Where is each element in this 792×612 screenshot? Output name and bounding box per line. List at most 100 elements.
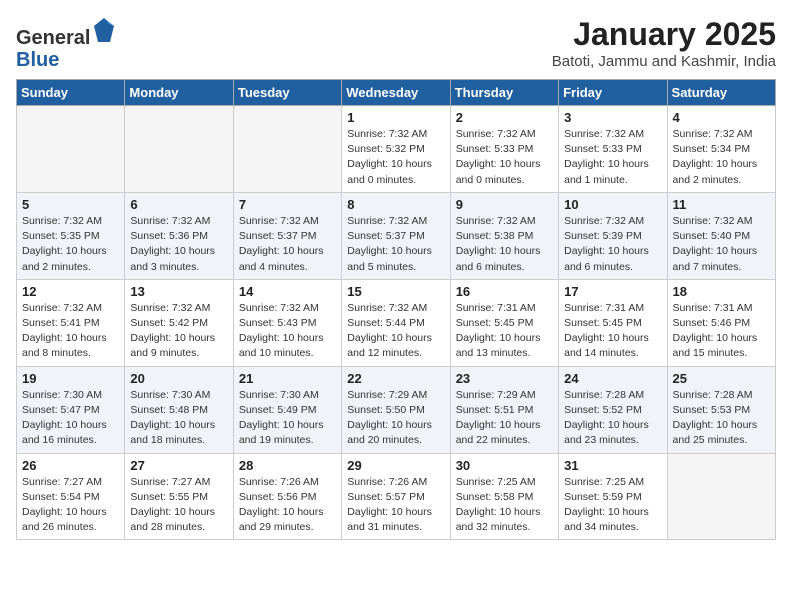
day-number: 27 [130, 458, 227, 473]
day-info: Sunrise: 7:32 AMSunset: 5:33 PMDaylight:… [456, 127, 553, 188]
day-number: 2 [456, 110, 553, 125]
day-info: Sunrise: 7:29 AMSunset: 5:51 PMDaylight:… [456, 388, 553, 449]
calendar-cell: 20Sunrise: 7:30 AMSunset: 5:48 PMDayligh… [125, 366, 233, 453]
day-number: 11 [673, 197, 770, 212]
weekday-header: Tuesday [233, 80, 341, 106]
calendar-cell [667, 453, 775, 540]
logo-general: General [16, 27, 90, 49]
title-block: January 2025 Batoti, Jammu and Kashmir, … [552, 16, 776, 70]
day-info: Sunrise: 7:26 AMSunset: 5:56 PMDaylight:… [239, 475, 336, 536]
logo-blue-text: Blue [16, 49, 116, 71]
day-info: Sunrise: 7:27 AMSunset: 5:54 PMDaylight:… [22, 475, 119, 536]
day-info: Sunrise: 7:32 AMSunset: 5:43 PMDaylight:… [239, 301, 336, 362]
day-info: Sunrise: 7:26 AMSunset: 5:57 PMDaylight:… [347, 475, 444, 536]
day-number: 30 [456, 458, 553, 473]
day-number: 21 [239, 371, 336, 386]
calendar-table: SundayMondayTuesdayWednesdayThursdayFrid… [16, 79, 776, 540]
weekday-header: Friday [559, 80, 667, 106]
day-info: Sunrise: 7:30 AMSunset: 5:49 PMDaylight:… [239, 388, 336, 449]
day-info: Sunrise: 7:25 AMSunset: 5:59 PMDaylight:… [564, 475, 661, 536]
day-number: 26 [22, 458, 119, 473]
calendar-cell: 14 Sunrise: 7:32 AMSunset: 5:43 PMDayligh… [233, 279, 341, 366]
day-number: 12 [22, 284, 119, 299]
day-number: 14 [239, 284, 336, 299]
weekday-header-row: SundayMondayTuesdayWednesdayThursdayFrid… [17, 80, 776, 106]
weekday-header: Monday [125, 80, 233, 106]
day-number: 9 [456, 197, 553, 212]
calendar-cell: 18 Sunrise: 7:31 AMSunset: 5:46 PMDayligh… [667, 279, 775, 366]
day-number: 16 [456, 284, 553, 299]
calendar-cell: 10Sunrise: 7:32 AMSunset: 5:39 PMDayligh… [559, 192, 667, 279]
calendar-week-row: 19Sunrise: 7:30 AMSunset: 5:47 PMDayligh… [17, 366, 776, 453]
day-number: 25 [673, 371, 770, 386]
calendar-cell: 13Sunrise: 7:32 AMSunset: 5:42 PMDayligh… [125, 279, 233, 366]
calendar-cell: 19Sunrise: 7:30 AMSunset: 5:47 PMDayligh… [17, 366, 125, 453]
day-number: 5 [22, 197, 119, 212]
day-info: Sunrise: 7:31 AMSunset: 5:46 PMDaylight:… [673, 301, 770, 362]
calendar-cell: 24 Sunrise: 7:28 AMSunset: 5:52 PMDayligh… [559, 366, 667, 453]
day-info: Sunrise: 7:28 AMSunset: 5:53 PMDaylight:… [673, 388, 770, 449]
day-info: Sunrise: 7:32 AMSunset: 5:40 PMDaylight:… [673, 214, 770, 275]
day-info: Sunrise: 7:32 AMSunset: 5:41 PMDaylight:… [22, 301, 119, 362]
day-info: Sunrise: 7:27 AMSunset: 5:55 PMDaylight:… [130, 475, 227, 536]
day-number: 23 [456, 371, 553, 386]
day-number: 1 [347, 110, 444, 125]
calendar-cell: 12 Sunrise: 7:32 AMSunset: 5:41 PMDayligh… [17, 279, 125, 366]
calendar-cell: 25 Sunrise: 7:28 AMSunset: 5:53 PMDayligh… [667, 366, 775, 453]
calendar-week-row: 1 Sunrise: 7:32 AMSunset: 5:32 PMDaylight… [17, 106, 776, 193]
day-number: 13 [130, 284, 227, 299]
day-number: 18 [673, 284, 770, 299]
day-info: Sunrise: 7:32 AMSunset: 5:38 PMDaylight:… [456, 214, 553, 275]
calendar-week-row: 5Sunrise: 7:32 AMSunset: 5:35 PMDaylight… [17, 192, 776, 279]
calendar-cell: 26 Sunrise: 7:27 AMSunset: 5:54 PMDayligh… [17, 453, 125, 540]
calendar-cell: 9 Sunrise: 7:32 AMSunset: 5:38 PMDaylight… [450, 192, 558, 279]
day-number: 10 [564, 197, 661, 212]
calendar-cell: 23 Sunrise: 7:29 AMSunset: 5:51 PMDayligh… [450, 366, 558, 453]
day-number: 31 [564, 458, 661, 473]
day-info: Sunrise: 7:31 AMSunset: 5:45 PMDaylight:… [564, 301, 661, 362]
day-number: 3 [564, 110, 661, 125]
calendar-week-row: 26 Sunrise: 7:27 AMSunset: 5:54 PMDayligh… [17, 453, 776, 540]
calendar-cell: 17 Sunrise: 7:31 AMSunset: 5:45 PMDayligh… [559, 279, 667, 366]
month-title: January 2025 [552, 16, 776, 53]
calendar-cell: 27 Sunrise: 7:27 AMSunset: 5:55 PMDayligh… [125, 453, 233, 540]
day-info: Sunrise: 7:32 AMSunset: 5:36 PMDaylight:… [130, 214, 227, 275]
calendar-cell: 16 Sunrise: 7:31 AMSunset: 5:45 PMDayligh… [450, 279, 558, 366]
calendar-cell: 28 Sunrise: 7:26 AMSunset: 5:56 PMDayligh… [233, 453, 341, 540]
weekday-header: Saturday [667, 80, 775, 106]
day-info: Sunrise: 7:32 AMSunset: 5:44 PMDaylight:… [347, 301, 444, 362]
day-number: 6 [130, 197, 227, 212]
page-header: General Blue January 2025 Batoti, Jammu … [16, 16, 776, 71]
calendar-week-row: 12 Sunrise: 7:32 AMSunset: 5:41 PMDayligh… [17, 279, 776, 366]
calendar-cell: 3 Sunrise: 7:32 AMSunset: 5:33 PMDaylight… [559, 106, 667, 193]
day-info: Sunrise: 7:30 AMSunset: 5:47 PMDaylight:… [22, 388, 119, 449]
day-number: 24 [564, 371, 661, 386]
calendar-cell: 21 Sunrise: 7:30 AMSunset: 5:49 PMDayligh… [233, 366, 341, 453]
day-number: 7 [239, 197, 336, 212]
calendar-cell: 1 Sunrise: 7:32 AMSunset: 5:32 PMDaylight… [342, 106, 450, 193]
logo: General Blue [16, 16, 116, 71]
day-number: 15 [347, 284, 444, 299]
day-info: Sunrise: 7:32 AMSunset: 5:33 PMDaylight:… [564, 127, 661, 188]
calendar-cell: 29 Sunrise: 7:26 AMSunset: 5:57 PMDayligh… [342, 453, 450, 540]
day-number: 28 [239, 458, 336, 473]
day-info: Sunrise: 7:29 AMSunset: 5:50 PMDaylight:… [347, 388, 444, 449]
day-info: Sunrise: 7:32 AMSunset: 5:37 PMDaylight:… [347, 214, 444, 275]
day-info: Sunrise: 7:32 AMSunset: 5:34 PMDaylight:… [673, 127, 770, 188]
day-info: Sunrise: 7:32 AMSunset: 5:32 PMDaylight:… [347, 127, 444, 188]
day-number: 17 [564, 284, 661, 299]
calendar-cell: 8 Sunrise: 7:32 AMSunset: 5:37 PMDaylight… [342, 192, 450, 279]
calendar-cell: 7Sunrise: 7:32 AMSunset: 5:37 PMDaylight… [233, 192, 341, 279]
weekday-header: Wednesday [342, 80, 450, 106]
logo-text: General [16, 16, 116, 49]
day-number: 8 [347, 197, 444, 212]
day-number: 22 [347, 371, 444, 386]
day-number: 4 [673, 110, 770, 125]
day-info: Sunrise: 7:25 AMSunset: 5:58 PMDaylight:… [456, 475, 553, 536]
day-info: Sunrise: 7:28 AMSunset: 5:52 PMDaylight:… [564, 388, 661, 449]
day-info: Sunrise: 7:31 AMSunset: 5:45 PMDaylight:… [456, 301, 553, 362]
day-number: 29 [347, 458, 444, 473]
calendar-cell [125, 106, 233, 193]
calendar-cell: 6 Sunrise: 7:32 AMSunset: 5:36 PMDaylight… [125, 192, 233, 279]
calendar-cell: 5Sunrise: 7:32 AMSunset: 5:35 PMDaylight… [17, 192, 125, 279]
